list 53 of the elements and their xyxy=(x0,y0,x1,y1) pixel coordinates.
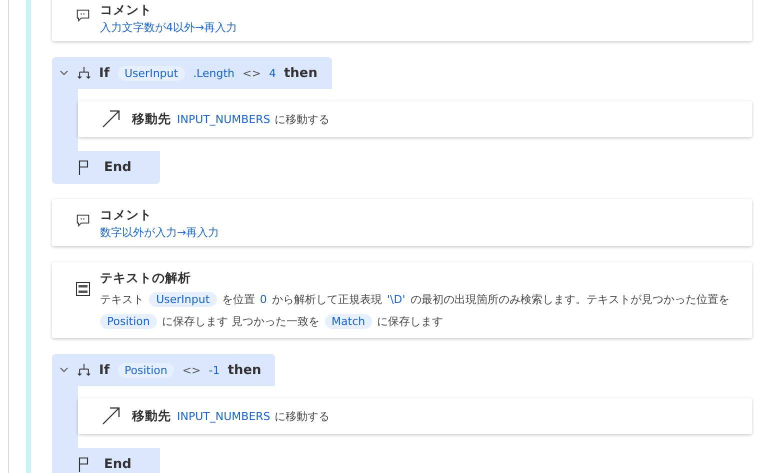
description-text: の最初の出現箇所のみ検索します。テキストが見つかった位置を xyxy=(410,293,730,306)
description-text: テキスト xyxy=(100,293,144,306)
variable-chip[interactable]: UserInput xyxy=(118,66,186,80)
variable-chip[interactable]: Match xyxy=(324,314,372,329)
action-card[interactable]: 移動先 INPUT_NUMBERS に移動する xyxy=(78,398,752,434)
variable-chip[interactable]: Position xyxy=(100,314,157,329)
comment-text: 数字以外が入力→再入力 xyxy=(100,225,220,240)
keyword: End xyxy=(104,457,132,472)
description-text: に移動する xyxy=(274,112,330,126)
value-text: .Length xyxy=(193,66,235,80)
description-text: に保存します xyxy=(377,315,444,328)
value-text: '\D' xyxy=(387,293,406,306)
value-text: 4 xyxy=(268,66,276,80)
operator-text: <> xyxy=(182,364,201,376)
step-title: テキストの解析 xyxy=(100,270,192,287)
comment-icon xyxy=(76,213,90,227)
value-text: 0 xyxy=(260,293,267,306)
action-card[interactable]: テキストの解析 テキスト UserInput を位置 0 から解析して正規表現 '\D' の最初の出現箇所のみ検索します。テキストが見つかった位置を Position に保存します 見つかった一致を Match に保存します xyxy=(52,262,752,338)
arrow-icon xyxy=(102,110,120,128)
keyword: If xyxy=(99,66,110,80)
step-title: 移動先 xyxy=(132,408,171,424)
variable-chip[interactable]: UserInput xyxy=(149,292,217,307)
branch-icon xyxy=(77,363,91,377)
comment-icon xyxy=(76,8,90,22)
description-text: に移動する xyxy=(274,408,330,424)
label-name: INPUT_NUMBERS xyxy=(177,112,270,126)
keyword: If xyxy=(99,362,110,378)
branch-icon xyxy=(77,66,91,80)
step-title: 移動先 xyxy=(132,110,171,128)
end-block[interactable]: End xyxy=(52,448,160,473)
text-parse-icon xyxy=(76,282,90,296)
action-card[interactable]: 移動先 INPUT_NUMBERS に移動する xyxy=(78,101,752,137)
keyword: End xyxy=(104,160,132,175)
variable-chip[interactable]: Position xyxy=(118,362,174,378)
step-title: コメント xyxy=(100,2,153,19)
step-title: コメント xyxy=(100,207,153,224)
description-text: に保存します 見つかった一致を xyxy=(162,315,320,328)
description-text: を位置 xyxy=(222,293,255,306)
end-block[interactable]: End xyxy=(52,151,160,184)
keyword: then xyxy=(228,362,262,378)
comment-card[interactable]: コメント 数字以外が入力→再入力 xyxy=(52,199,752,246)
caret-icon[interactable] xyxy=(59,365,69,375)
comment-text: 入力文字数が4以外→再入力 xyxy=(100,20,238,35)
keyword: then xyxy=(284,66,318,80)
operator-text: <> xyxy=(242,66,261,80)
value-text: -1 xyxy=(208,364,220,376)
if-header[interactable]: If UserInput .Length <> 4 then xyxy=(52,57,332,89)
description-text: から解析して正規表現 xyxy=(272,293,382,306)
comment-card[interactable]: コメント 入力文字数が4以外→再入力 xyxy=(52,0,752,41)
caret-icon[interactable] xyxy=(59,68,69,78)
label-name: INPUT_NUMBERS xyxy=(177,410,270,422)
if-header[interactable]: If Position <> -1 then xyxy=(52,354,276,386)
arrow-icon xyxy=(102,407,120,425)
